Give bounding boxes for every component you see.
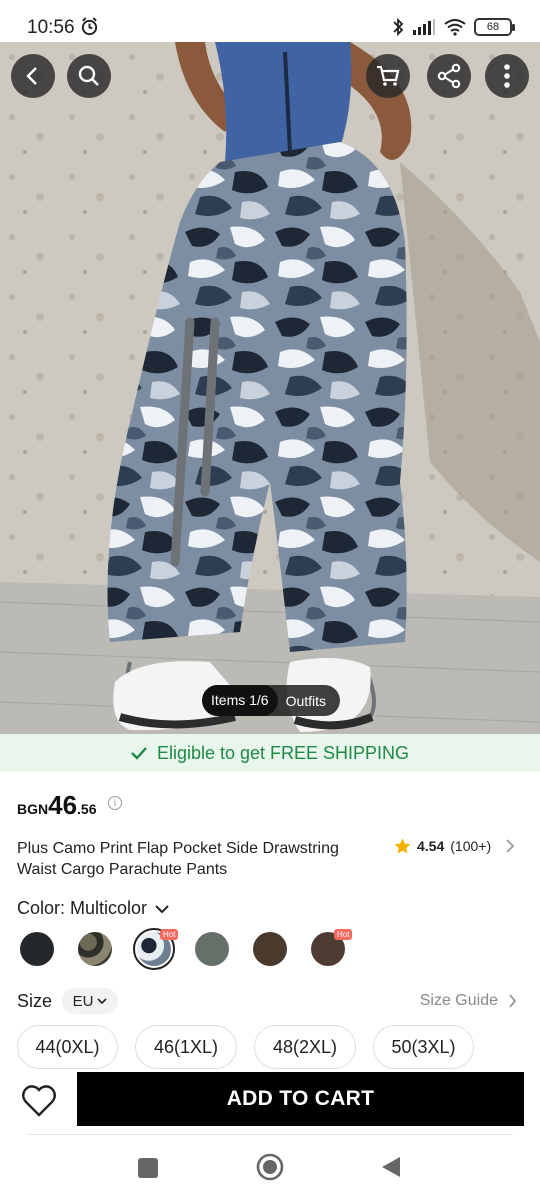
chevron-left-icon (26, 67, 37, 85)
product-title: Plus Camo Print Flap Pocket Side Drawstr… (17, 840, 339, 878)
color-label: Color: Multicolor (17, 898, 148, 918)
items-counter[interactable]: Items 1/6 (202, 685, 278, 716)
size-system-dropdown[interactable]: EU (62, 988, 118, 1014)
signal-icon (413, 19, 435, 35)
add-to-cart-button[interactable]: ADD TO CART (77, 1072, 524, 1126)
check-icon (131, 747, 147, 760)
price-decimal: .56 (77, 801, 97, 817)
back-button[interactable] (11, 54, 55, 98)
swatch-black[interactable] (20, 932, 54, 966)
price: BGN 46 .56 (17, 790, 97, 821)
rating-summary[interactable]: 4.54 (100+) (394, 838, 515, 854)
color-selector[interactable]: Color: Multicolor (17, 898, 169, 919)
free-shipping-text: Eligible to get FREE SHIPPING (156, 742, 410, 763)
status-time: 10:56 (27, 17, 75, 38)
price-integer: 46 (48, 790, 78, 820)
outfits-tab[interactable]: Outfits (278, 693, 340, 709)
wishlist-heart-icon[interactable] (20, 1082, 58, 1120)
size-option[interactable]: 46(1XL) (135, 1025, 237, 1069)
rating-value: 4.54 (417, 838, 445, 854)
divider (27, 1134, 513, 1135)
alarm-icon (81, 17, 98, 36)
chevron-down-icon (97, 997, 107, 1004)
home-icon[interactable] (256, 1153, 284, 1181)
wifi-icon (444, 19, 466, 36)
bluetooth-icon (393, 17, 404, 37)
price-currency: BGN (17, 801, 49, 817)
size-guide-label: Size Guide (419, 992, 498, 1009)
info-icon[interactable]: i (108, 796, 122, 810)
size-option[interactable]: 44(0XL) (17, 1025, 118, 1069)
share-button[interactable] (427, 54, 471, 98)
product-photo (0, 42, 540, 734)
gallery-toggle[interactable]: Items 1/6 Outfits (202, 685, 341, 716)
cart-icon (377, 65, 400, 86)
chevron-right-icon (509, 994, 517, 1008)
size-guide-link[interactable]: Size Guide (420, 992, 517, 1010)
swatch-grey[interactable] (195, 932, 229, 966)
more-options-button[interactable] (485, 54, 529, 98)
hot-badge: Hot (160, 929, 179, 940)
chevron-right-icon (506, 839, 515, 853)
free-shipping-banner: Eligible to get FREE SHIPPING (0, 734, 540, 772)
size-option[interactable]: 50(3XL) (373, 1025, 474, 1069)
size-option[interactable]: 48(2XL) (254, 1025, 356, 1069)
share-icon (437, 63, 461, 89)
system-nav-bar (0, 1136, 540, 1200)
hot-badge: Hot (334, 929, 353, 940)
recents-icon[interactable] (137, 1157, 159, 1179)
status-bar: 10:56 68 (0, 0, 540, 42)
more-vertical-icon (504, 64, 510, 88)
swatch-green-camo[interactable] (78, 932, 112, 966)
status-icons: 68 (391, 16, 515, 38)
bottom-action-bar: ADD TO CART (0, 1072, 540, 1134)
search-icon (78, 65, 99, 86)
swatch-brown[interactable] (253, 932, 287, 966)
chevron-down-icon (155, 904, 169, 913)
back-nav-icon[interactable] (380, 1155, 402, 1179)
search-button[interactable] (67, 54, 111, 98)
product-image-gallery[interactable]: Items 1/6 Outfits (0, 42, 540, 734)
review-count: (100+) (450, 838, 492, 854)
size-label: Size (17, 991, 53, 1011)
battery-icon: 68 (474, 18, 515, 36)
cart-button[interactable] (366, 54, 410, 98)
size-system-value: EU (72, 992, 94, 1010)
star-icon (394, 838, 411, 854)
